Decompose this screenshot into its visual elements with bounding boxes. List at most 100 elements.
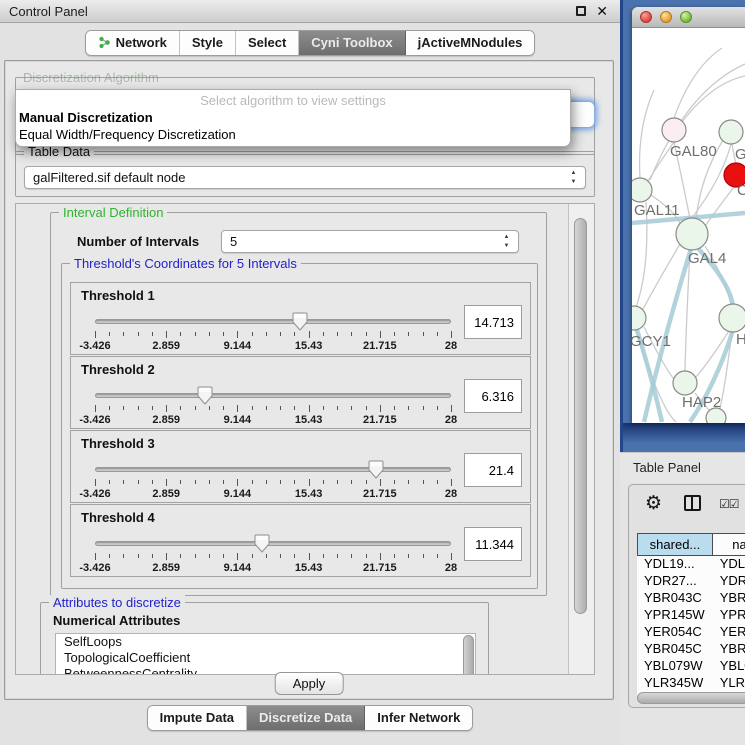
column-header[interactable]: na bbox=[713, 533, 745, 556]
network-edge[interactable] bbox=[706, 187, 734, 225]
table-row[interactable]: YBL079WYBL0 bbox=[637, 658, 745, 675]
table-data-combobox[interactable]: galFiltered.sif default node ▲▼ bbox=[24, 166, 586, 189]
network-edge[interactable] bbox=[682, 76, 745, 122]
scrollbar-thumb[interactable] bbox=[574, 218, 587, 614]
minor-tick bbox=[337, 406, 338, 410]
interval-definition-group-title: Interval Definition bbox=[59, 205, 167, 220]
minor-tick bbox=[351, 480, 352, 484]
minimize-traffic-light[interactable] bbox=[660, 11, 672, 23]
network-window: GAL80GACGAL11GAL4GCY1HHAP2 bbox=[632, 7, 745, 423]
table-row[interactable]: YBR045CYBR0 bbox=[637, 641, 745, 658]
tab-discretize-data[interactable]: Discretize Data bbox=[247, 706, 365, 730]
threshold-value-field[interactable] bbox=[464, 527, 522, 561]
slider-track[interactable] bbox=[95, 319, 451, 324]
tab-select[interactable]: Select bbox=[236, 31, 299, 55]
network-node-ga[interactable] bbox=[719, 120, 743, 144]
network-node-h[interactable] bbox=[719, 304, 745, 332]
threshold-slider[interactable]: -3.4262.8599.14415.4321.71528 bbox=[95, 387, 451, 427]
slider-thumb[interactable] bbox=[197, 386, 213, 405]
checkboxes-icon[interactable]: ☑☑ bbox=[719, 497, 739, 511]
network-canvas[interactable]: GAL80GACGAL11GAL4GCY1HHAP2 bbox=[632, 28, 745, 423]
float-window-icon[interactable] bbox=[576, 6, 586, 16]
minor-tick bbox=[280, 332, 281, 336]
tab-jactivemnodules[interactable]: jActiveMNodules bbox=[406, 31, 535, 55]
bottom-tab-bar: Impute Data Discretize Data Infer Network bbox=[0, 705, 620, 731]
threshold-value-field[interactable] bbox=[464, 305, 522, 339]
threshold-value-field[interactable] bbox=[464, 453, 522, 487]
table-row[interactable]: YER054CYER0 bbox=[637, 624, 745, 641]
minor-tick bbox=[280, 480, 281, 484]
number-of-intervals-combobox[interactable]: 5 ▲▼ bbox=[221, 230, 519, 253]
dropdown-option[interactable]: Equal Width/Frequency Discretization bbox=[16, 126, 570, 143]
network-node-hap2[interactable] bbox=[673, 371, 697, 395]
table-row[interactable]: YDL19...YDL1 bbox=[637, 556, 745, 573]
threshold-slider[interactable]: -3.4262.8599.14415.4321.71528 bbox=[95, 313, 451, 353]
close-icon[interactable]: ✕ bbox=[596, 3, 608, 20]
major-tick bbox=[451, 479, 452, 486]
slider-thumb[interactable] bbox=[254, 534, 270, 553]
table-row[interactable]: YBR043CYBR0 bbox=[637, 590, 745, 607]
tick-label: 28 bbox=[445, 562, 457, 574]
tick-label: 28 bbox=[445, 414, 457, 426]
network-node-gal4[interactable] bbox=[676, 218, 708, 250]
tick-label: 2.859 bbox=[152, 488, 180, 500]
network-node-gal80[interactable] bbox=[662, 118, 686, 142]
tab-impute-data[interactable]: Impute Data bbox=[148, 706, 247, 730]
network-node-unnamed[interactable] bbox=[706, 408, 726, 423]
dropdown-option[interactable]: Manual Discretization bbox=[16, 109, 570, 126]
slider-thumb[interactable] bbox=[292, 312, 308, 331]
gear-icon[interactable]: ⚙ bbox=[645, 492, 662, 514]
major-tick bbox=[237, 553, 238, 560]
network-edge[interactable] bbox=[640, 90, 654, 178]
network-node-gal11[interactable] bbox=[632, 178, 652, 202]
tab-label: Discretize Data bbox=[259, 710, 352, 725]
column-header[interactable]: shared... bbox=[637, 533, 713, 556]
attribute-list-item[interactable]: SelfLoops bbox=[56, 634, 475, 650]
split-column-icon[interactable] bbox=[684, 495, 701, 511]
table-row[interactable]: YDR27...YDR2 bbox=[637, 573, 745, 590]
zoom-traffic-light[interactable] bbox=[680, 11, 692, 23]
node-label: GAL80 bbox=[670, 143, 717, 160]
tick-label: 15.43 bbox=[295, 414, 323, 426]
apply-button[interactable]: Apply bbox=[275, 672, 344, 695]
threshold-slider[interactable]: -3.4262.8599.14415.4321.71528 bbox=[95, 535, 451, 575]
scrollbar-thumb[interactable] bbox=[637, 692, 745, 704]
slider-thumb[interactable] bbox=[368, 460, 384, 479]
top-tab-bar: NetworkStyleSelectCyni ToolboxjActiveMNo… bbox=[0, 30, 620, 56]
numerical-attributes-list[interactable]: SelfLoopsTopologicalCoefficientBetweenne… bbox=[55, 633, 476, 674]
minor-tick bbox=[266, 554, 267, 558]
threshold-label: Threshold 2 bbox=[81, 362, 155, 377]
minor-tick bbox=[152, 480, 153, 484]
slider-track[interactable] bbox=[95, 467, 451, 472]
algorithm-dropdown-placeholder: Select algorithm to view settings bbox=[16, 92, 570, 109]
tab-cyni-toolbox[interactable]: Cyni Toolbox bbox=[299, 31, 405, 55]
tab-style[interactable]: Style bbox=[180, 31, 236, 55]
table-row[interactable]: YPR145WYPR1 bbox=[637, 607, 745, 624]
minor-tick bbox=[337, 332, 338, 336]
node-table[interactable]: shared...na YDL19...YDL1YDR27...YDR2YBR0… bbox=[637, 533, 745, 695]
threshold-slider[interactable]: -3.4262.8599.14415.4321.71528 bbox=[95, 461, 451, 501]
tab-infer-network[interactable]: Infer Network bbox=[365, 706, 472, 730]
threshold-value-field[interactable] bbox=[464, 379, 522, 413]
network-node-gcy1[interactable] bbox=[632, 306, 646, 330]
attribute-list-item[interactable]: TopologicalCoefficient bbox=[56, 650, 475, 666]
list-scrollbar[interactable] bbox=[463, 635, 474, 674]
table-cell: YBR0 bbox=[713, 641, 745, 658]
table-row[interactable]: YLR345WYLR3 bbox=[637, 675, 745, 692]
tick-label: 9.144 bbox=[224, 340, 252, 352]
tick-label: 21.715 bbox=[363, 414, 397, 426]
horizontal-scrollbar[interactable] bbox=[637, 692, 745, 704]
node-label: C bbox=[737, 182, 745, 199]
tab-network[interactable]: Network bbox=[86, 31, 180, 55]
node-label: H bbox=[736, 331, 745, 348]
minor-tick bbox=[123, 332, 124, 336]
slider-track[interactable] bbox=[95, 393, 451, 398]
attribute-list-item[interactable]: BetweennessCentrality bbox=[56, 666, 475, 674]
vertical-scrollbar[interactable] bbox=[568, 204, 594, 674]
tick-label: 9.144 bbox=[224, 414, 252, 426]
close-traffic-light[interactable] bbox=[640, 11, 652, 23]
slider-track[interactable] bbox=[95, 541, 451, 546]
minor-tick bbox=[138, 406, 139, 410]
minor-tick bbox=[394, 554, 395, 558]
minor-tick bbox=[337, 480, 338, 484]
